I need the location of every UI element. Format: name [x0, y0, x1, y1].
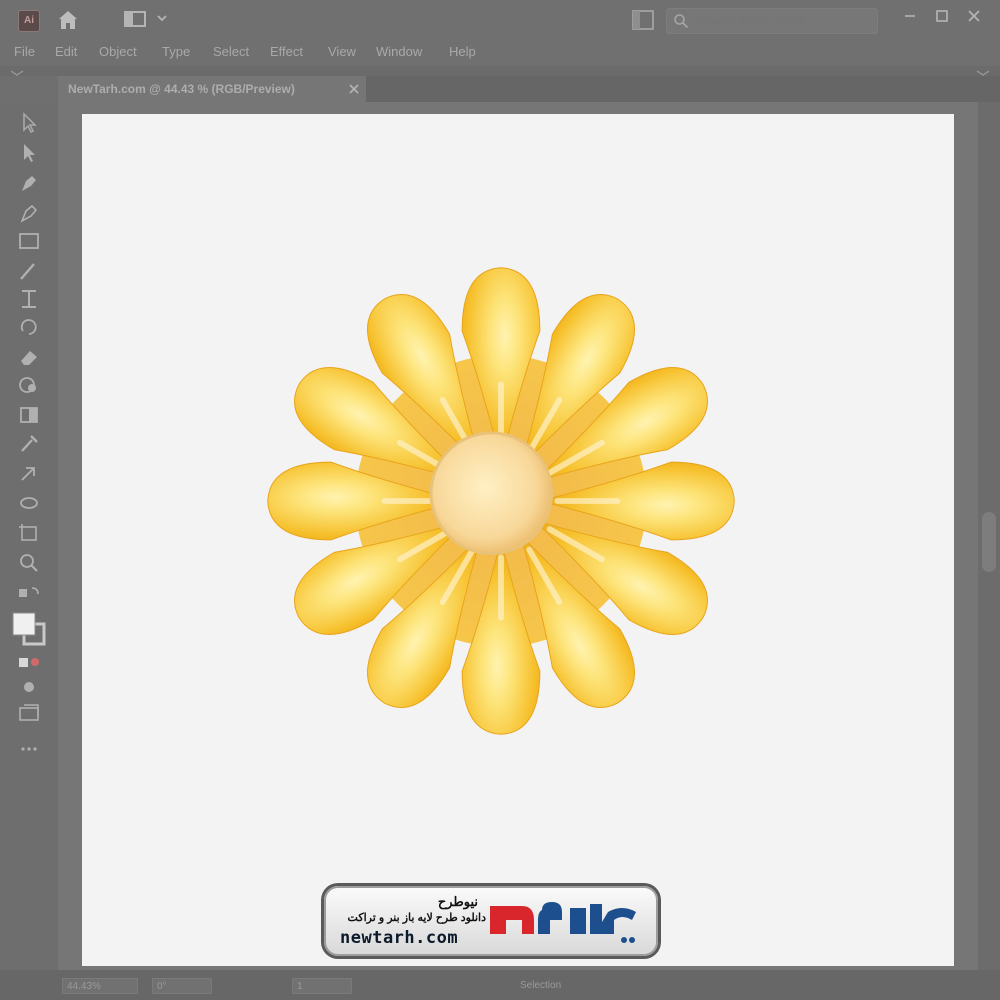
- watermark-badge: نیوطرح دانلود طرح لایه باز بنر و تراکت n…: [324, 886, 658, 956]
- shape-builder-tool-icon[interactable]: [16, 374, 42, 396]
- scrollbar-thumb[interactable]: [982, 512, 996, 572]
- document-tab-bar: NewTarh.com @ 44.43 % (RGB/Preview): [58, 76, 1000, 102]
- menu-type[interactable]: Type: [162, 44, 190, 59]
- curvature-tool-icon[interactable]: [16, 202, 42, 224]
- eyedropper-tool-icon[interactable]: [16, 432, 42, 454]
- maximize-icon[interactable]: [932, 6, 952, 26]
- minimize-icon[interactable]: [900, 6, 920, 26]
- app-logo: Ai: [18, 10, 40, 32]
- symbol-sprayer-tool-icon[interactable]: [16, 492, 42, 514]
- search-input[interactable]: [695, 12, 869, 30]
- blend-tool-icon[interactable]: [16, 462, 42, 484]
- rotation-field[interactable]: 0°: [152, 978, 212, 994]
- title-bar: Ai: [0, 0, 1000, 40]
- more-tools-icon[interactable]: [16, 738, 42, 760]
- rectangle-tool-icon[interactable]: [16, 230, 42, 252]
- menu-help[interactable]: Help: [449, 44, 476, 59]
- search-box[interactable]: [666, 8, 878, 34]
- close-icon[interactable]: [964, 6, 984, 26]
- share-icon[interactable]: [632, 10, 654, 30]
- tools-panel: [0, 102, 58, 970]
- zoom-field[interactable]: 44.43%: [62, 978, 138, 994]
- artboard-number-field[interactable]: 1: [292, 978, 352, 994]
- rotate-tool-icon[interactable]: [16, 316, 42, 338]
- document-tab-label: NewTarh.com @ 44.43 % (RGB/Preview): [68, 82, 295, 96]
- pen-tool-icon[interactable]: [16, 172, 42, 194]
- menu-object[interactable]: Object: [99, 44, 137, 59]
- canvas-area[interactable]: [58, 102, 978, 970]
- artboard-tool-icon[interactable]: [16, 522, 42, 544]
- vertical-scrollbar[interactable]: [978, 102, 1000, 970]
- home-icon[interactable]: [56, 8, 80, 32]
- cob-core: [429, 431, 554, 555]
- menu-edit[interactable]: Edit: [55, 44, 77, 59]
- direct-selection-tool-icon[interactable]: [16, 142, 42, 164]
- close-tab-icon[interactable]: [348, 83, 360, 95]
- search-icon: [674, 14, 689, 29]
- menu-window[interactable]: Window: [376, 44, 422, 59]
- watermark-url: newtarh.com: [340, 928, 459, 948]
- status-bar: 44.43% 0° 1 Selection: [0, 970, 1000, 1000]
- artboard[interactable]: [82, 114, 954, 966]
- corn-kernel-flower-artwork[interactable]: [258, 258, 744, 744]
- menu-select[interactable]: Select: [213, 44, 249, 59]
- menu-file[interactable]: File: [14, 44, 35, 59]
- paintbrush-tool-icon[interactable]: [16, 260, 42, 282]
- fill-stroke-swatch[interactable]: [12, 612, 48, 648]
- menu-view[interactable]: View: [328, 44, 356, 59]
- menu-bar: File Edit Object Type Select Effect View…: [0, 40, 1000, 66]
- document-tab[interactable]: NewTarh.com @ 44.43 % (RGB/Preview): [58, 76, 366, 102]
- current-tool-label: Selection: [520, 980, 562, 991]
- screen-mode-icon[interactable]: [16, 702, 42, 724]
- workspace-icon[interactable]: [124, 11, 146, 27]
- collapse-left-icon[interactable]: [10, 70, 24, 76]
- watermark-brand-name: نیوطرح: [437, 894, 478, 909]
- watermark-tagline: دانلود طرح لایه باز بنر و تراکت: [347, 912, 486, 924]
- width-tool-icon[interactable]: [16, 288, 42, 310]
- panel-strip: [0, 66, 1000, 76]
- menu-effect[interactable]: Effect: [270, 44, 303, 59]
- color-mode-icon[interactable]: [16, 652, 42, 674]
- zoom-tool-icon[interactable]: [16, 552, 42, 574]
- drawing-mode-icon[interactable]: [16, 676, 42, 698]
- newtarh-logo: [490, 902, 636, 943]
- gradient-tool-icon[interactable]: [16, 404, 42, 426]
- selection-tool-icon[interactable]: [16, 112, 42, 134]
- swap-colors-icon[interactable]: [16, 584, 42, 606]
- eraser-tool-icon[interactable]: [16, 346, 42, 368]
- chevron-down-icon[interactable]: [156, 12, 168, 24]
